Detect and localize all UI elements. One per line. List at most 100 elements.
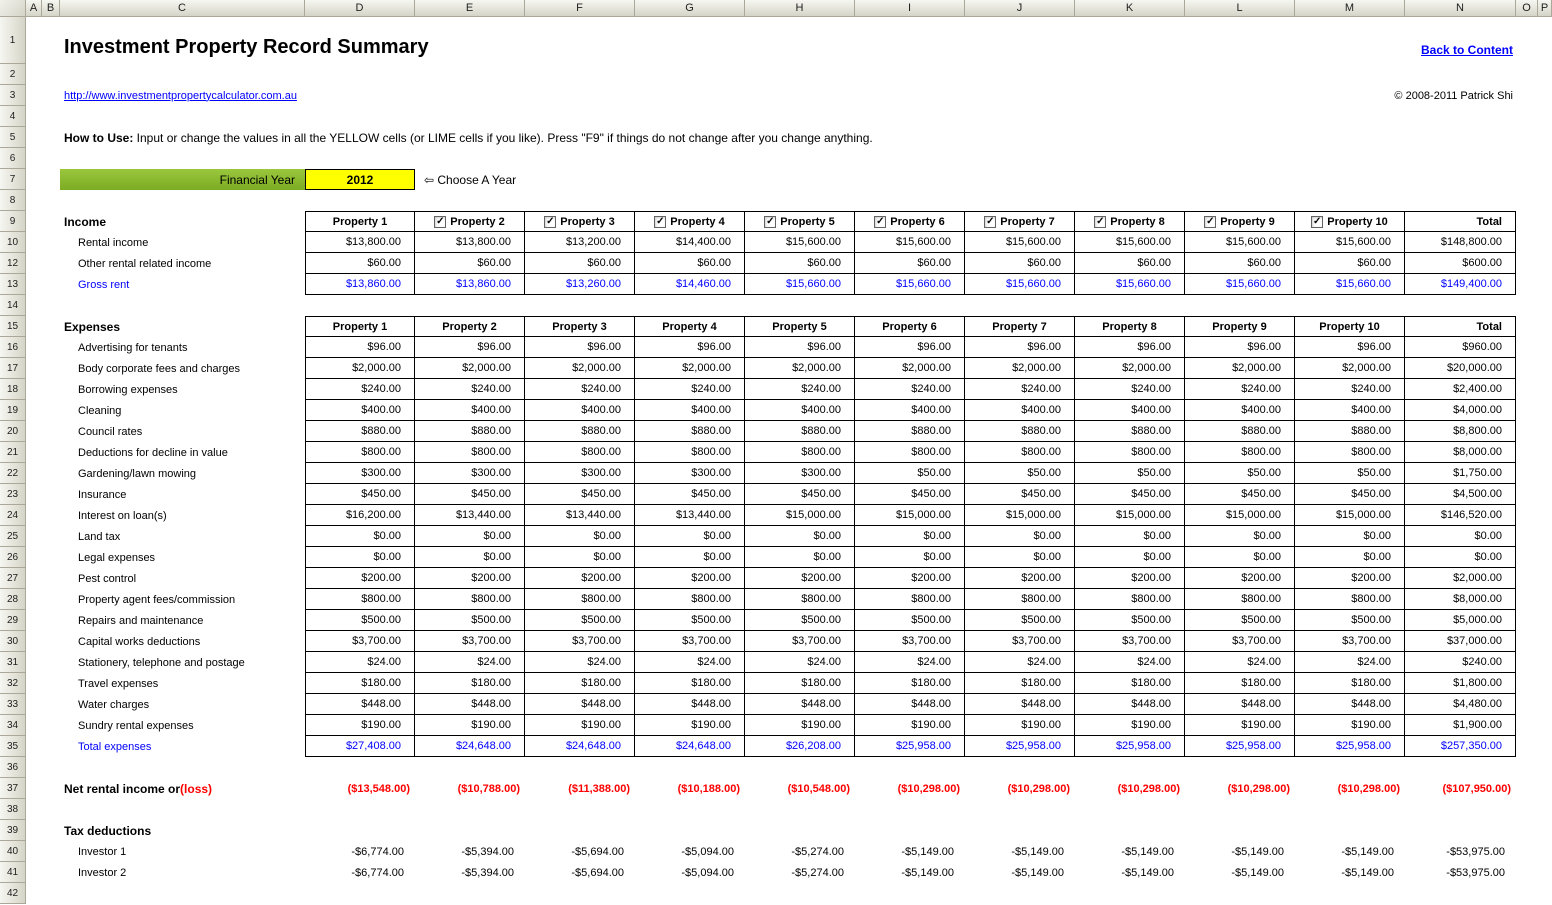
- value-cell[interactable]: $96.00: [525, 337, 635, 358]
- property-checkbox[interactable]: ✓: [1094, 216, 1106, 228]
- value-cell[interactable]: $37,000.00: [1405, 631, 1516, 652]
- value-cell[interactable]: $2,000.00: [745, 358, 855, 379]
- value-cell[interactable]: $800.00: [745, 589, 855, 610]
- table-header-cell[interactable]: Property 10: [1295, 316, 1405, 337]
- value-cell[interactable]: $8,800.00: [1405, 421, 1516, 442]
- value-cell[interactable]: $180.00: [965, 673, 1075, 694]
- value-cell[interactable]: $448.00: [415, 694, 525, 715]
- value-cell[interactable]: $3,700.00: [305, 631, 415, 652]
- table-header-cell[interactable]: ✓Property 9: [1185, 211, 1295, 232]
- tax-value-cell[interactable]: -$5,149.00: [1075, 841, 1185, 862]
- value-cell[interactable]: $15,660.00: [1295, 274, 1405, 295]
- value-cell[interactable]: $60.00: [855, 253, 965, 274]
- value-cell[interactable]: $146,520.00: [1405, 505, 1516, 526]
- value-cell[interactable]: $24.00: [635, 652, 745, 673]
- value-cell[interactable]: $450.00: [635, 484, 745, 505]
- value-cell[interactable]: $0.00: [745, 547, 855, 568]
- value-cell[interactable]: $15,600.00: [965, 232, 1075, 253]
- value-cell[interactable]: $3,700.00: [525, 631, 635, 652]
- value-cell[interactable]: $96.00: [745, 337, 855, 358]
- value-cell[interactable]: $0.00: [855, 547, 965, 568]
- row-label[interactable]: Body corporate fees and charges: [60, 358, 305, 379]
- row-header-39[interactable]: 39: [0, 820, 26, 841]
- value-cell[interactable]: $300.00: [745, 463, 855, 484]
- value-cell[interactable]: $800.00: [1075, 442, 1185, 463]
- row-header-5[interactable]: 5: [0, 127, 26, 148]
- value-cell[interactable]: $448.00: [1075, 694, 1185, 715]
- value-cell[interactable]: $2,000.00: [1295, 358, 1405, 379]
- value-cell[interactable]: $240.00: [305, 379, 415, 400]
- value-cell[interactable]: $400.00: [965, 400, 1075, 421]
- value-cell[interactable]: $24.00: [965, 652, 1075, 673]
- value-cell[interactable]: $96.00: [635, 337, 745, 358]
- row-header-23[interactable]: 23: [0, 484, 26, 505]
- value-cell[interactable]: $880.00: [1185, 421, 1295, 442]
- value-cell[interactable]: $2,400.00: [1405, 379, 1516, 400]
- value-cell[interactable]: $880.00: [745, 421, 855, 442]
- row-header-42[interactable]: 42: [0, 883, 26, 904]
- value-cell[interactable]: $8,000.00: [1405, 589, 1516, 610]
- value-cell[interactable]: $200.00: [745, 568, 855, 589]
- table-header-cell[interactable]: Property 6: [855, 316, 965, 337]
- value-cell[interactable]: $2,000.00: [1185, 358, 1295, 379]
- value-cell[interactable]: $240.00: [855, 379, 965, 400]
- value-cell[interactable]: $24,648.00: [525, 736, 635, 757]
- net-value-cell[interactable]: ($10,188.00): [635, 778, 745, 799]
- table-header-cell[interactable]: Property 3: [525, 316, 635, 337]
- value-cell[interactable]: $600.00: [1405, 253, 1516, 274]
- table-header-cell[interactable]: ✓Property 3: [525, 211, 635, 232]
- value-cell[interactable]: $180.00: [415, 673, 525, 694]
- row-label[interactable]: Total expenses: [60, 736, 305, 757]
- net-value-cell[interactable]: ($13,548.00): [305, 778, 415, 799]
- value-cell[interactable]: $3,700.00: [1295, 631, 1405, 652]
- row-header-7[interactable]: 7: [0, 169, 26, 190]
- value-cell[interactable]: $14,460.00: [635, 274, 745, 295]
- value-cell[interactable]: $60.00: [1295, 253, 1405, 274]
- row-label[interactable]: Water charges: [60, 694, 305, 715]
- table-header-cell[interactable]: Total: [1405, 211, 1516, 232]
- value-cell[interactable]: $60.00: [1185, 253, 1295, 274]
- value-cell[interactable]: $0.00: [305, 526, 415, 547]
- value-cell[interactable]: $0.00: [1295, 526, 1405, 547]
- value-cell[interactable]: $15,600.00: [1075, 232, 1185, 253]
- value-cell[interactable]: $3,700.00: [965, 631, 1075, 652]
- value-cell[interactable]: $14,400.00: [635, 232, 745, 253]
- value-cell[interactable]: $400.00: [635, 400, 745, 421]
- value-cell[interactable]: $450.00: [1075, 484, 1185, 505]
- row-header-22[interactable]: 22: [0, 463, 26, 484]
- row-header-29[interactable]: 29: [0, 610, 26, 631]
- value-cell[interactable]: $448.00: [965, 694, 1075, 715]
- value-cell[interactable]: $0.00: [1185, 526, 1295, 547]
- value-cell[interactable]: $60.00: [415, 253, 525, 274]
- value-cell[interactable]: $800.00: [635, 442, 745, 463]
- value-cell[interactable]: $500.00: [745, 610, 855, 631]
- row-header-35[interactable]: 35: [0, 736, 26, 757]
- net-value-cell[interactable]: ($10,788.00): [415, 778, 525, 799]
- value-cell[interactable]: $15,000.00: [855, 505, 965, 526]
- net-value-cell[interactable]: ($10,298.00): [1185, 778, 1295, 799]
- value-cell[interactable]: $400.00: [745, 400, 855, 421]
- row-label[interactable]: Cleaning: [60, 400, 305, 421]
- row-header-30[interactable]: 30: [0, 631, 26, 652]
- value-cell[interactable]: $300.00: [635, 463, 745, 484]
- value-cell[interactable]: $15,600.00: [745, 232, 855, 253]
- value-cell[interactable]: $2,000.00: [965, 358, 1075, 379]
- value-cell[interactable]: $96.00: [965, 337, 1075, 358]
- value-cell[interactable]: $800.00: [415, 442, 525, 463]
- row-header-17[interactable]: 17: [0, 358, 26, 379]
- value-cell[interactable]: $190.00: [855, 715, 965, 736]
- value-cell[interactable]: $2,000.00: [525, 358, 635, 379]
- row-label[interactable]: Capital works deductions: [60, 631, 305, 652]
- value-cell[interactable]: $50.00: [855, 463, 965, 484]
- value-cell[interactable]: $300.00: [525, 463, 635, 484]
- value-cell[interactable]: $25,958.00: [1075, 736, 1185, 757]
- value-cell[interactable]: $800.00: [415, 589, 525, 610]
- value-cell[interactable]: $25,958.00: [965, 736, 1075, 757]
- value-cell[interactable]: $448.00: [745, 694, 855, 715]
- row-label[interactable]: Pest control: [60, 568, 305, 589]
- row-header-6[interactable]: 6: [0, 148, 26, 169]
- value-cell[interactable]: $500.00: [1075, 610, 1185, 631]
- value-cell[interactable]: $2,000.00: [415, 358, 525, 379]
- value-cell[interactable]: $880.00: [635, 421, 745, 442]
- value-cell[interactable]: $500.00: [635, 610, 745, 631]
